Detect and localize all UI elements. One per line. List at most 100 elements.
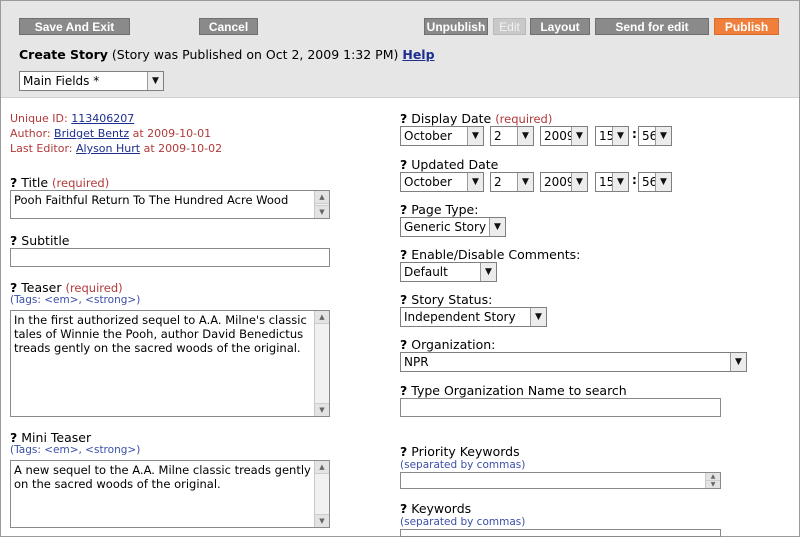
toolbar-area: Save And Exit Cancel Unpublish Edit Layo…: [1, 1, 799, 98]
priority-keywords-scrollbar[interactable]: ▲ ▼: [705, 473, 720, 488]
display-date-label: ? Display Date (required): [400, 111, 553, 126]
publish-status-text: (Story was Published on Oct 2, 2009 1:32…: [111, 47, 399, 62]
last-editor-row: Last Editor: Alyson Hurt at 2009-10-02: [10, 142, 222, 155]
save-and-exit-button[interactable]: Save And Exit: [19, 18, 130, 35]
organization-select[interactable]: NPR ▼: [400, 352, 747, 372]
display-date-hour-select[interactable]: 15 ▼: [595, 126, 629, 146]
chevron-down-icon: ▼: [467, 173, 483, 191]
last-editor-label: Last Editor:: [10, 142, 73, 155]
help-question-icon[interactable]: ?: [10, 280, 17, 295]
updated-date-label: ? Updated Date: [400, 157, 499, 172]
author-label: Author:: [10, 127, 51, 140]
teaser-scrollbar[interactable]: ▲ ▼: [314, 311, 329, 416]
author-link[interactable]: Bridget Bentz: [54, 127, 129, 140]
scroll-up-icon[interactable]: ▲: [315, 461, 329, 474]
page-title: Create Story: [19, 47, 108, 62]
updated-date-day-select[interactable]: 2 ▼: [490, 172, 534, 192]
teaser-value: In the first authorized sequel to A.A. M…: [14, 313, 307, 355]
display-date-minute-select[interactable]: 56 ▼: [638, 126, 672, 146]
help-question-icon[interactable]: ?: [400, 111, 407, 126]
last-editor-date: at 2009-10-02: [143, 142, 223, 155]
display-date-year-select[interactable]: 2009 ▼: [540, 126, 588, 146]
scroll-down-icon[interactable]: ▼: [315, 403, 329, 416]
publish-button[interactable]: Publish: [714, 18, 779, 35]
org-search-input[interactable]: [400, 398, 721, 417]
updated-date-hour-select[interactable]: 15 ▼: [595, 172, 629, 192]
chevron-down-icon: ▼: [655, 127, 671, 145]
mini-teaser-tags-hint: (Tags: <em>, <strong>): [10, 444, 141, 456]
time-separator: :: [632, 173, 637, 187]
mini-teaser-field[interactable]: A new sequel to the A.A. Milne classic t…: [10, 460, 330, 528]
layout-button[interactable]: Layout: [530, 18, 590, 35]
page-title-row: Create Story (Story was Published on Oct…: [19, 47, 435, 62]
send-for-edit-button[interactable]: Send for edit: [595, 18, 709, 35]
unique-id-row: Unique ID: 113406207: [10, 112, 134, 125]
help-question-icon[interactable]: ?: [400, 444, 407, 459]
title-field[interactable]: Pooh Faithful Return To The Hundred Acre…: [10, 190, 330, 219]
help-question-icon[interactable]: ?: [400, 247, 407, 262]
scroll-down-icon[interactable]: ▼: [706, 480, 720, 488]
help-question-icon[interactable]: ?: [400, 501, 407, 516]
help-question-icon[interactable]: ?: [400, 202, 407, 217]
comments-select[interactable]: Default ▼: [400, 262, 497, 282]
chevron-down-icon: ▼: [571, 173, 587, 191]
teaser-label: ? Teaser (required): [10, 280, 123, 295]
chevron-down-icon: ▼: [467, 127, 483, 145]
keywords-field[interactable]: [400, 529, 721, 537]
chevron-down-icon: ▼: [730, 353, 746, 371]
scroll-down-icon[interactable]: ▼: [315, 514, 329, 527]
subtitle-field[interactable]: [10, 248, 330, 267]
page-type-select[interactable]: Generic Story ▼: [400, 217, 506, 237]
keywords-hint: (separated by commas): [400, 516, 526, 528]
mini-teaser-scrollbar[interactable]: ▲ ▼: [314, 461, 329, 527]
chevron-down-icon: ▼: [655, 173, 671, 191]
display-date-month-select[interactable]: October ▼: [400, 126, 484, 146]
last-editor-link[interactable]: Alyson Hurt: [76, 142, 140, 155]
help-question-icon[interactable]: ?: [400, 337, 407, 352]
story-status-label: ? Story Status:: [400, 292, 493, 307]
updated-date-minute-select[interactable]: 56 ▼: [638, 172, 672, 192]
priority-keywords-label: ? Priority Keywords: [400, 444, 520, 459]
teaser-tags-hint: (Tags: <em>, <strong>): [10, 294, 141, 306]
keywords-label: ? Keywords: [400, 501, 472, 516]
updated-date-year-select[interactable]: 2009 ▼: [540, 172, 588, 192]
subtitle-label: ? Subtitle: [10, 233, 70, 248]
help-link[interactable]: Help: [402, 47, 434, 62]
updated-date-month-select[interactable]: October ▼: [400, 172, 484, 192]
scroll-up-icon[interactable]: ▲: [315, 311, 329, 324]
org-search-label: ? Type Organization Name to search: [400, 383, 627, 398]
help-question-icon[interactable]: ?: [400, 383, 407, 398]
chevron-down-icon: ▼: [571, 127, 587, 145]
page-type-label: ? Page Type:: [400, 202, 479, 217]
unpublish-button[interactable]: Unpublish: [424, 18, 488, 35]
author-date: at 2009-10-01: [132, 127, 212, 140]
help-question-icon[interactable]: ?: [400, 292, 407, 307]
help-question-icon[interactable]: ?: [10, 430, 17, 445]
unique-id-label: Unique ID:: [10, 112, 68, 125]
priority-keywords-field[interactable]: ▲ ▼: [400, 472, 721, 489]
help-question-icon[interactable]: ?: [10, 175, 17, 190]
chevron-down-icon: ▼: [612, 127, 628, 145]
chevron-down-icon: ▼: [612, 173, 628, 191]
scroll-down-icon[interactable]: ▼: [315, 205, 329, 218]
organization-label: ? Organization:: [400, 337, 496, 352]
edit-button[interactable]: Edit: [493, 18, 526, 35]
teaser-field[interactable]: In the first authorized sequel to A.A. M…: [10, 310, 330, 417]
scroll-up-icon[interactable]: ▲: [315, 191, 329, 204]
story-status-select[interactable]: Independent Story ▼: [400, 307, 547, 327]
title-label: ? Title (required): [10, 175, 110, 190]
section-select-value: Main Fields *: [23, 74, 100, 88]
title-scrollbar[interactable]: ▲ ▼: [314, 191, 329, 218]
author-row: Author: Bridget Bentz at 2009-10-01: [10, 127, 211, 140]
time-separator: :: [632, 127, 637, 141]
display-date-day-select[interactable]: 2 ▼: [490, 126, 534, 146]
section-select[interactable]: Main Fields * ▼: [19, 71, 164, 91]
mini-teaser-value: A new sequel to the A.A. Milne classic t…: [14, 463, 311, 491]
cancel-button[interactable]: Cancel: [199, 18, 258, 35]
unique-id-link[interactable]: 113406207: [71, 112, 134, 125]
help-question-icon[interactable]: ?: [400, 157, 407, 172]
chevron-down-icon: ▼: [480, 263, 496, 281]
chevron-down-icon: ▼: [489, 218, 505, 236]
required-marker: (required): [495, 112, 553, 126]
help-question-icon[interactable]: ?: [10, 233, 17, 248]
